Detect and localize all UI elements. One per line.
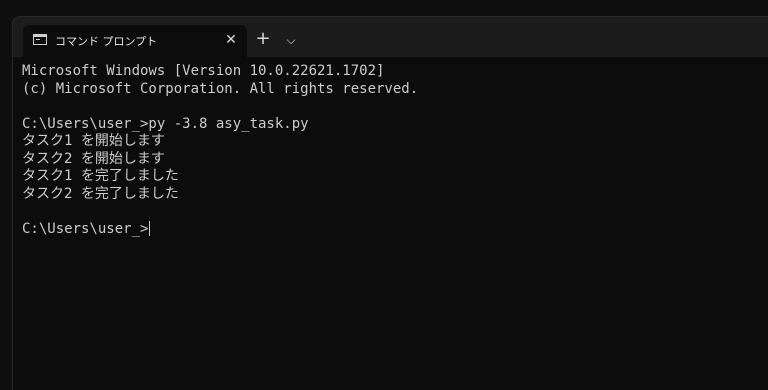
output-line: タスク2 を完了しました <box>22 185 179 202</box>
tab-bar: コマンド プロンプト ✕ + ⌵ <box>13 17 768 57</box>
close-tab-icon[interactable]: ✕ <box>223 31 239 49</box>
output-line: タスク1 を完了しました <box>22 168 179 184</box>
tab-title: コマンド プロンプト <box>55 35 158 48</box>
terminal-icon <box>33 34 47 45</box>
command-line: C:\Users\user_>py -3.8 asy_task.py <box>22 115 309 132</box>
prompt-text: C:\Users\user_> <box>22 220 149 237</box>
terminal-window: コマンド プロンプト ✕ + ⌵ Microsoft Windows [Vers… <box>12 16 768 390</box>
text-cursor <box>149 220 151 236</box>
output-line: タスク2 を開始します <box>22 150 165 167</box>
prompt-line[interactable]: C:\Users\user_> <box>22 220 762 239</box>
terminal-output[interactable]: Microsoft Windows [Version 10.0.22621.17… <box>22 63 762 383</box>
chevron-down-icon[interactable]: ⌵ <box>283 30 299 50</box>
new-tab-button[interactable]: + <box>253 30 273 50</box>
output-line: (c) Microsoft Corporation. All rights re… <box>22 80 419 97</box>
screen: コマンド プロンプト ✕ + ⌵ Microsoft Windows [Vers… <box>0 0 768 390</box>
output-line: Microsoft Windows [Version 10.0.22621.17… <box>22 63 385 79</box>
output-line: タスク1 を開始します <box>22 133 165 149</box>
tab-command-prompt[interactable]: コマンド プロンプト ✕ <box>23 25 247 57</box>
